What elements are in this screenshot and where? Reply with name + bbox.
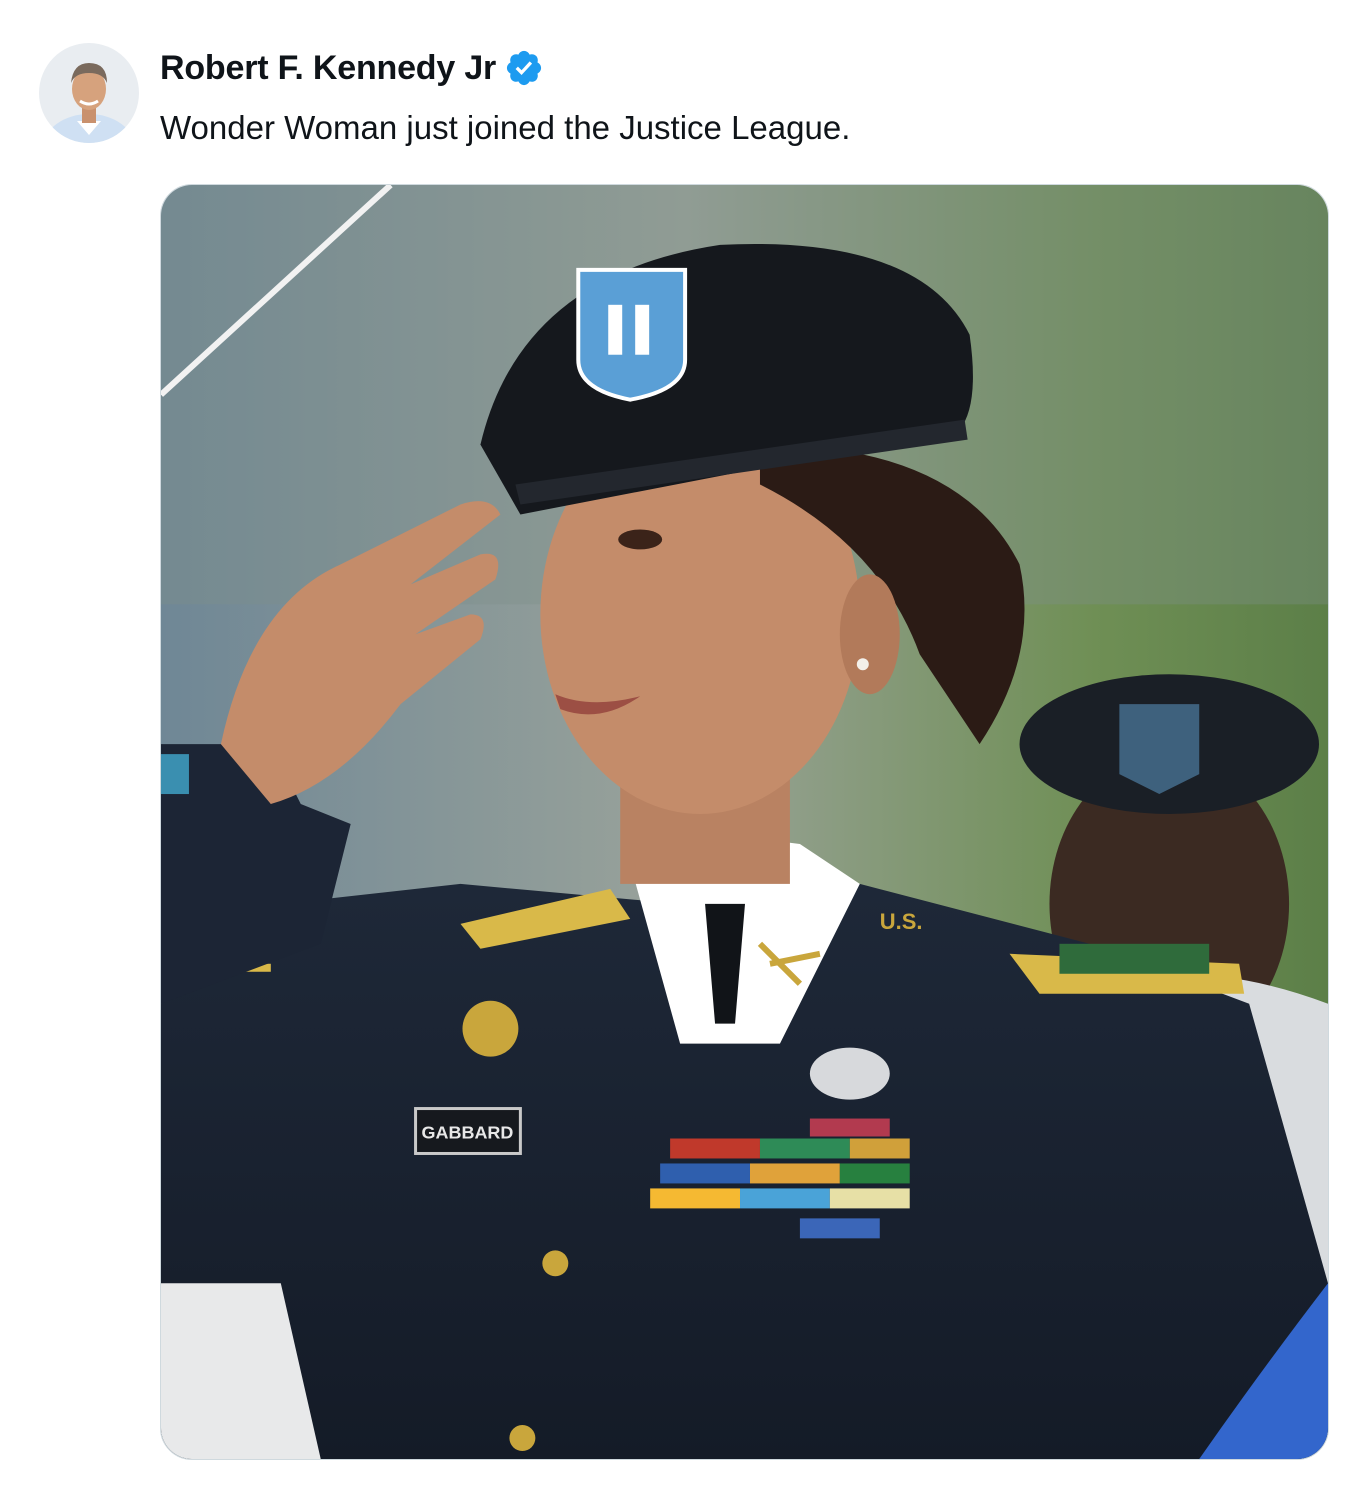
tweet-header: Robert F. Kennedy Jr [160,42,544,94]
tweet-text: Wonder Woman just joined the Justice Lea… [160,109,851,146]
author-name[interactable]: Robert F. Kennedy Jr [160,49,496,88]
tweet-image[interactable]: GABBARD U.S. [160,184,1329,1460]
tweet: Robert F. Kennedy Jr Wonder Woman just j… [0,0,1372,1500]
profile-photo-icon [39,43,139,143]
name-tag-text: GABBARD [422,1123,514,1143]
collar-insignia-text: U.S. [880,909,923,934]
photo-illustration: GABBARD U.S. [161,185,1328,1459]
author-avatar[interactable] [39,43,139,143]
verified-badge-icon[interactable] [504,48,544,88]
